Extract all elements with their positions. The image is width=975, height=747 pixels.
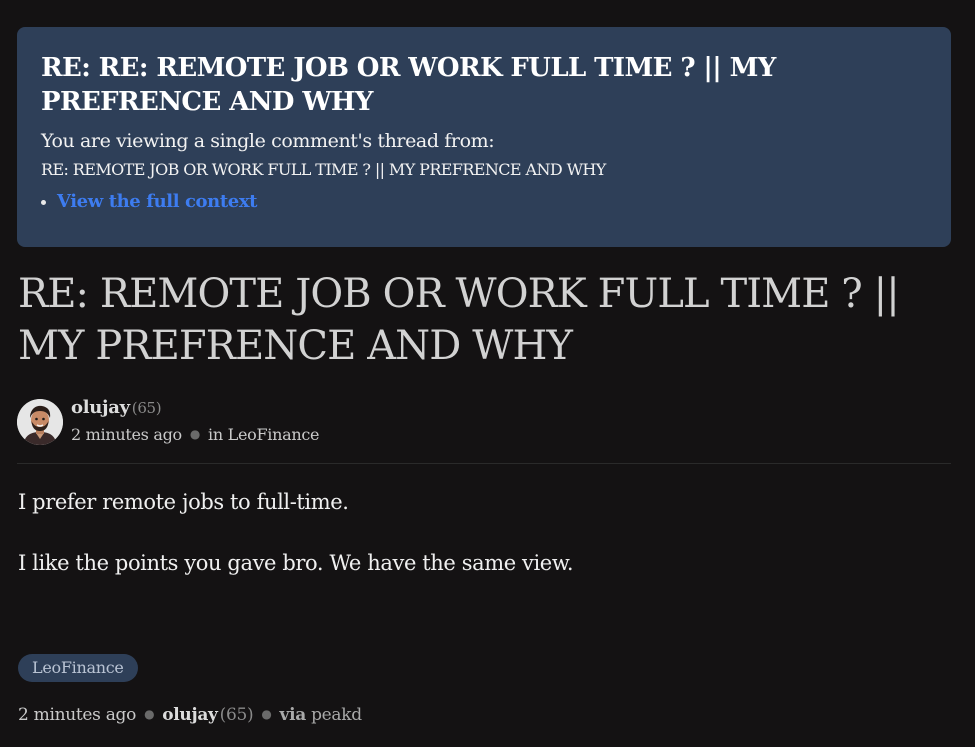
- separator-dot: ●: [144, 707, 155, 721]
- view-full-context-link[interactable]: View the full context: [57, 191, 257, 212]
- divider: [17, 463, 951, 464]
- author-reputation: (65): [131, 399, 162, 417]
- banner-links: View the full context: [41, 189, 927, 215]
- post-time[interactable]: 2 minutes ago: [71, 425, 182, 444]
- avatar-cartoon-man-icon: [17, 399, 63, 445]
- footer-reputation: (65): [219, 705, 254, 725]
- author-name[interactable]: olujay: [71, 397, 130, 418]
- tag-leofinance[interactable]: LeoFinance: [18, 654, 138, 682]
- banner-thread-title: RE: REMOTE JOB OR WORK FULL TIME ? || MY…: [41, 160, 606, 179]
- bullet-icon: [41, 200, 46, 205]
- banner-title: RE: RE: REMOTE JOB OR WORK FULL TIME ? |…: [41, 53, 776, 117]
- page: RE: RE: REMOTE JOB OR WORK FULL TIME ? |…: [0, 0, 975, 747]
- footer-app[interactable]: peakd: [311, 705, 362, 725]
- body-paragraph: I like the points you gave bro. We have …: [18, 551, 574, 575]
- banner-link-item: View the full context: [41, 189, 927, 215]
- post-footer: 2 minutes ago ● olujay (65) ● via peakd: [18, 705, 362, 725]
- context-banner: RE: RE: REMOTE JOB OR WORK FULL TIME ? |…: [17, 27, 951, 247]
- body-paragraph: I prefer remote jobs to full-time.: [18, 490, 349, 514]
- author-meta: 2 minutes ago ● in LeoFinance: [71, 425, 319, 444]
- author-row: olujay (65) 2 minutes ago ● in LeoFinance: [17, 396, 951, 448]
- footer-time[interactable]: 2 minutes ago: [18, 705, 136, 725]
- post-body: I prefer remote jobs to full-time. I lik…: [18, 484, 948, 606]
- avatar[interactable]: [17, 399, 63, 445]
- footer-author[interactable]: olujay: [162, 705, 218, 725]
- post-community[interactable]: in LeoFinance: [208, 425, 319, 444]
- separator-dot: ●: [261, 707, 272, 721]
- footer-via-label: via: [279, 705, 307, 725]
- author-name-block: olujay (65): [71, 397, 162, 418]
- banner-subtitle: You are viewing a single comment's threa…: [41, 130, 495, 152]
- separator-dot: ●: [189, 427, 201, 441]
- post-title: RE: REMOTE JOB OR WORK FULL TIME ? || MY…: [18, 271, 900, 369]
